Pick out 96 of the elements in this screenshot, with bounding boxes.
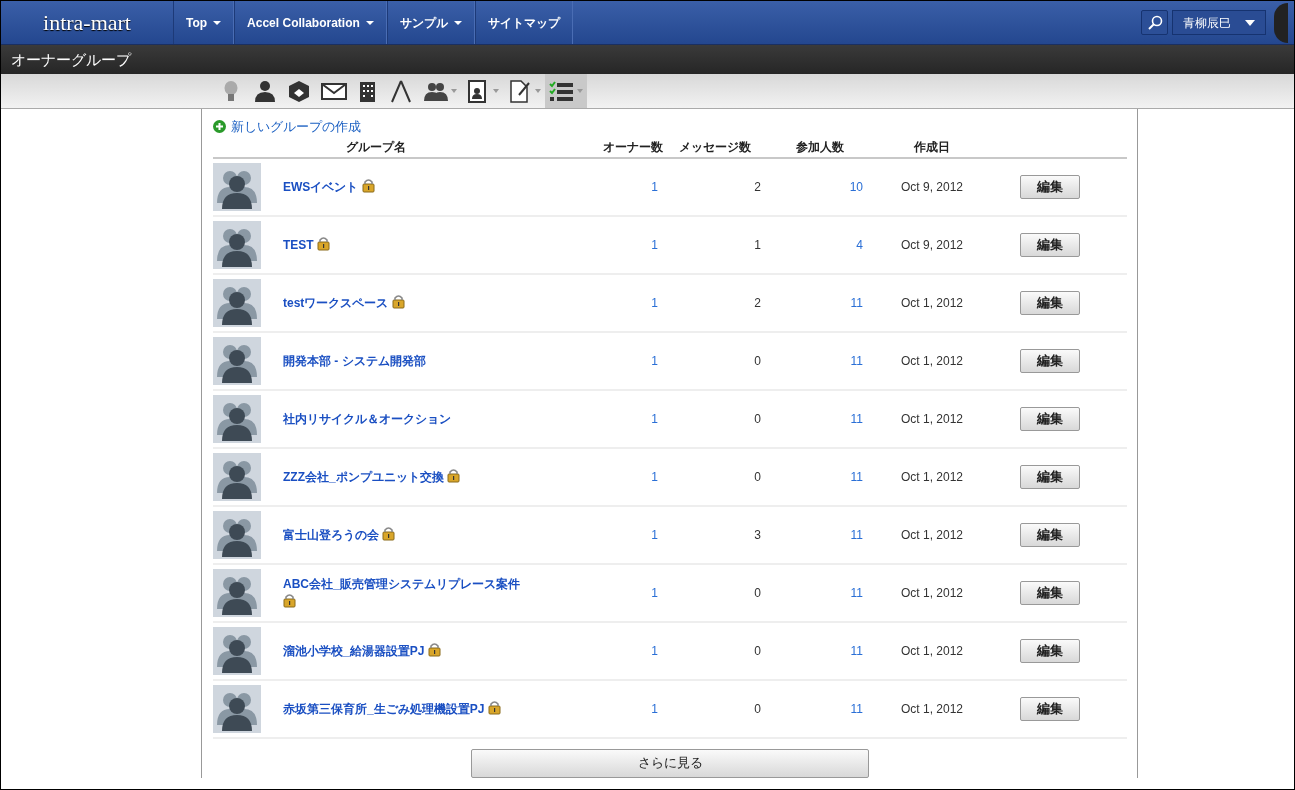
- owner-count-link[interactable]: 1: [651, 177, 658, 196]
- toolbar-button[interactable]: [545, 74, 587, 108]
- group-avatar-icon: [213, 510, 261, 559]
- member-count-link[interactable]: 11: [850, 525, 863, 544]
- edit-button[interactable]: 編集: [1020, 232, 1080, 257]
- group-avatar-icon: [213, 394, 261, 443]
- group-avatar-icon: [213, 278, 261, 327]
- edit-button[interactable]: 編集: [1020, 638, 1080, 663]
- created-date: Oct 1, 2012: [901, 527, 964, 542]
- owner-count-link[interactable]: 1: [651, 351, 658, 370]
- edit-button[interactable]: 編集: [1020, 580, 1080, 605]
- member-count-link[interactable]: 11: [850, 467, 863, 486]
- group-name-link[interactable]: TEST: [283, 235, 330, 254]
- created-date: Oct 1, 2012: [901, 469, 964, 484]
- owner-count-link[interactable]: 1: [651, 641, 658, 660]
- created-date: Oct 1, 2012: [901, 701, 964, 716]
- group-avatar-icon: [213, 162, 261, 211]
- member-count-link[interactable]: 11: [850, 699, 863, 718]
- nav-menu[interactable]: Accel Collaboration: [234, 1, 387, 44]
- message-count: 2: [754, 294, 761, 312]
- nav-menu[interactable]: サイトマップ: [474, 1, 573, 44]
- caret-icon: [493, 89, 499, 93]
- caret-icon: [535, 89, 541, 93]
- member-count-link[interactable]: 11: [850, 293, 863, 312]
- owner-count-link[interactable]: 1: [651, 525, 658, 544]
- created-date: Oct 1, 2012: [901, 585, 964, 600]
- group-avatar-icon: [213, 220, 261, 269]
- group-avatar-icon: [213, 336, 261, 385]
- show-more-button[interactable]: さらに見る: [471, 748, 869, 778]
- column-header: メッセージ数: [679, 138, 751, 156]
- group-name-link[interactable]: EWSイベント: [283, 177, 375, 196]
- group-name-link[interactable]: 社内リサイクル＆オークション: [283, 409, 451, 428]
- create-group-link[interactable]: 新しいグループの作成: [213, 117, 1127, 137]
- group-name-link[interactable]: 開発本部 - システム開発部: [283, 351, 426, 370]
- plus-icon: [213, 120, 226, 134]
- owner-count-link[interactable]: 1: [651, 699, 658, 718]
- message-count: 1: [754, 236, 761, 254]
- member-count-link[interactable]: 11: [850, 409, 863, 428]
- message-count: 0: [754, 352, 761, 370]
- group-name-link[interactable]: 富士山登ろうの会: [283, 525, 396, 544]
- search-button[interactable]: [1141, 10, 1168, 35]
- created-date: Oct 1, 2012: [901, 643, 964, 658]
- group-avatar-icon: [213, 684, 261, 733]
- column-header: オーナー数: [603, 138, 663, 156]
- message-count: 0: [754, 642, 761, 660]
- edit-button[interactable]: 編集: [1020, 348, 1080, 373]
- created-date: Oct 9, 2012: [901, 179, 964, 194]
- edit-button[interactable]: 編集: [1020, 522, 1080, 547]
- column-header: グループ名: [346, 139, 406, 154]
- logo[interactable]: intra-mart: [1, 1, 173, 44]
- caret-icon: [451, 89, 457, 93]
- caret-icon: [365, 20, 374, 25]
- column-header: 参加人数: [796, 138, 844, 156]
- group-name-link[interactable]: 赤坂第三保育所_生ごみ処理機設置PJ: [283, 699, 501, 718]
- nav-menu[interactable]: Top: [173, 1, 235, 44]
- message-count: 0: [754, 410, 761, 428]
- nav-menu[interactable]: サンプル: [386, 1, 475, 44]
- caret-icon: [453, 20, 462, 25]
- owner-count-link[interactable]: 1: [651, 293, 658, 312]
- message-count: 2: [754, 178, 761, 196]
- column-header: 作成日: [914, 139, 950, 154]
- group-name-link[interactable]: ZZZ会社_ポンプユニット交換: [283, 467, 460, 486]
- owner-count-link[interactable]: 1: [651, 235, 658, 254]
- caret-icon: [1245, 19, 1255, 26]
- edit-button[interactable]: 編集: [1020, 406, 1080, 431]
- group-name-link[interactable]: ABC会社_販売管理システムリプレース案件: [283, 574, 533, 611]
- caret-icon: [577, 89, 583, 93]
- page-title: オーナーグループ: [1, 45, 1294, 74]
- member-count-link[interactable]: 4: [856, 235, 863, 254]
- user-menu[interactable]: 青柳辰巳: [1172, 10, 1266, 35]
- member-count-link[interactable]: 11: [850, 351, 863, 370]
- edit-button[interactable]: 編集: [1020, 174, 1080, 199]
- member-count-link[interactable]: 10: [849, 177, 863, 196]
- message-count: 0: [754, 584, 761, 602]
- created-date: Oct 1, 2012: [901, 353, 964, 368]
- group-name-link[interactable]: 溜池小学校_給湯器設置PJ: [283, 641, 441, 660]
- caret-icon: [213, 20, 222, 25]
- message-count: 0: [754, 468, 761, 486]
- group-avatar-icon: [213, 568, 261, 617]
- edit-button[interactable]: 編集: [1020, 696, 1080, 721]
- member-count-link[interactable]: 11: [850, 583, 863, 602]
- owner-count-link[interactable]: 1: [651, 583, 658, 602]
- edit-button[interactable]: 編集: [1020, 464, 1080, 489]
- created-date: Oct 1, 2012: [901, 411, 964, 426]
- message-count: 3: [754, 526, 761, 544]
- owner-count-link[interactable]: 1: [651, 409, 658, 428]
- edit-button[interactable]: 編集: [1020, 290, 1080, 315]
- search-icon: [1146, 14, 1163, 31]
- created-date: Oct 1, 2012: [901, 295, 964, 310]
- message-count: 0: [754, 700, 761, 718]
- owner-count-link[interactable]: 1: [651, 467, 658, 486]
- group-avatar-icon: [213, 626, 261, 675]
- member-count-link[interactable]: 11: [850, 641, 863, 660]
- created-date: Oct 9, 2012: [901, 237, 964, 252]
- group-name-link[interactable]: testワークスペース: [283, 293, 405, 312]
- group-avatar-icon: [213, 452, 261, 501]
